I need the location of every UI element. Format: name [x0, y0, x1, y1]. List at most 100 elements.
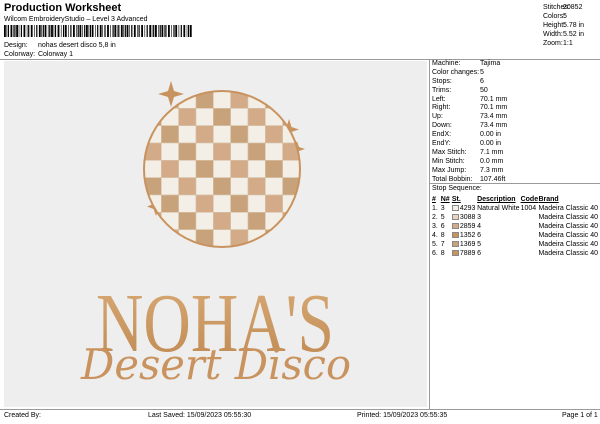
row-brand: Madeira Classic 40	[538, 231, 598, 240]
row-description: 6	[477, 249, 521, 258]
barcode	[4, 25, 192, 37]
row-stitches: 1352	[451, 231, 477, 240]
software-subtitle: Wilcom EmbroideryStudio – Level 3 Advanc…	[4, 16, 148, 23]
row-description: Natural White	[477, 204, 521, 213]
machine-info-label: Max Jump:	[432, 166, 467, 174]
machine-info-label: Up:	[432, 113, 443, 121]
row-index-text: 1.	[432, 205, 438, 212]
row-stitches-text: 1352	[459, 232, 476, 239]
row-code	[521, 240, 539, 249]
row-index: 2.	[432, 213, 441, 222]
created-by: Created By:	[4, 412, 41, 419]
color-swatch	[451, 223, 459, 230]
machine-info-value: 50	[480, 86, 488, 94]
table-header-row: # N# St. Description Code Brand	[432, 195, 598, 204]
machine-info-row: Max Stitch: 7.1 mm	[432, 149, 597, 158]
row-needle-text: 6	[440, 223, 445, 230]
machine-info-value: 73.4 mm	[480, 113, 508, 121]
table-row: 5. 7 1369 5 Madeira Classic 40	[432, 240, 598, 249]
stat-zoom: Zoom: 1:1	[543, 40, 573, 47]
machine-info-row: Total Bobbin: 107.46ft	[432, 176, 597, 185]
machine-info-label: Total Bobbin:	[432, 175, 473, 183]
col-brand: Brand	[538, 196, 559, 203]
row-brand: Madeira Classic 40	[538, 249, 598, 258]
row-description-text: Natural White	[477, 205, 520, 212]
colorway-label: Colorway:	[4, 51, 36, 58]
table-row: 2. 5 3088 3 Madeira Classic 40	[432, 213, 598, 222]
row-index: 6.	[432, 249, 441, 258]
embroidery-artwork: NOHA'S Desert Disco	[80, 81, 351, 389]
stat-width: Width: 5.52 in	[543, 31, 585, 38]
machine-info-label: Max Stitch:	[432, 148, 467, 156]
row-index-text: 4.	[432, 232, 438, 239]
row-stitches: 1369	[451, 240, 477, 249]
machine-info-row: Color changes: 5	[432, 69, 597, 78]
disco-ball-icon	[143, 90, 301, 248]
footer-divider	[0, 409, 600, 410]
row-brand: Madeira Classic 40	[538, 204, 598, 213]
row-brand-text: Madeira Classic 40	[538, 205, 598, 212]
machine-info-value: 0.00 in	[480, 140, 502, 148]
machine-info-label: Machine:	[432, 60, 461, 67]
stat-height: Height: 5.78 in	[543, 22, 585, 29]
table-row: 4. 8 1352 6 Madeira Classic 40	[432, 231, 598, 240]
stat-stitches: Stitches: 20852	[543, 4, 583, 11]
machine-info-row: Up: 73.4 mm	[432, 113, 597, 122]
stop-sequence-table: # N# St. Description Code Brand 1. 3 4293 N…	[432, 195, 598, 258]
printed-date: Printed: 15/09/2023 05:55:35	[357, 412, 448, 419]
row-stitches: 7889	[451, 249, 477, 258]
color-swatch	[451, 232, 459, 239]
machine-info-row: Max Jump: 7.3 mm	[432, 167, 597, 176]
machine-info-value: 107.46ft	[480, 175, 506, 183]
machine-info-value: 7.1 mm	[480, 148, 504, 156]
row-code	[521, 231, 539, 240]
color-swatch	[451, 205, 459, 212]
row-brand-text: Madeira Classic 40	[538, 214, 598, 221]
row-stitches-text: 2859	[459, 223, 476, 230]
machine-info-row: EndX: 0.00 in	[432, 131, 597, 140]
table-row: 6. 8 7889 6 Madeira Classic 40	[432, 249, 598, 258]
row-brand-text: Madeira Classic 40	[538, 241, 598, 248]
machine-info-label: Stops:	[432, 77, 452, 85]
row-index-text: 3.	[432, 223, 438, 230]
design-label: Design:	[4, 42, 28, 49]
row-index-text: 5.	[432, 241, 438, 248]
machine-info-value: 70.1 mm	[480, 104, 508, 112]
last-saved: Last Saved: 15/09/2023 05:55:30	[148, 412, 252, 419]
machine-info-value: 5	[480, 68, 484, 76]
machine-info-label: Min Stitch:	[432, 157, 465, 165]
row-stitches: 4293	[451, 204, 477, 213]
row-description: 5	[477, 240, 521, 249]
machine-info-row: EndY: 0.00 in	[432, 140, 597, 149]
design-value: nohas desert disco 5,8 in	[37, 42, 116, 49]
row-description: 6	[477, 231, 521, 240]
machine-info-value: 70.1 mm	[480, 95, 508, 103]
row-brand: Madeira Classic 40	[538, 240, 598, 249]
row-stitches: 3088	[451, 213, 477, 222]
stat-colors: Colors: 5	[543, 13, 567, 20]
row-stitches-text: 1369	[459, 241, 476, 248]
row-needle-text: 3	[440, 205, 445, 212]
machine-info-label: Down:	[432, 122, 452, 130]
machine-info-row: Right: 70.1 mm	[432, 104, 597, 113]
row-index: 1.	[432, 204, 441, 213]
colorway-row: Colorway: Colorway 1	[4, 51, 73, 58]
row-index: 5.	[432, 240, 441, 249]
table-row: 3. 6 2859 4 Madeira Classic 40	[432, 222, 598, 231]
row-description-text: 6	[477, 250, 481, 257]
machine-info-panel: Machine: Tajima Color changes: 5 Stops: 6 Trim…	[432, 60, 597, 184]
worksheet-title: Production Worksheet	[4, 2, 122, 14]
machine-info-row: Min Stitch: 0.0 mm	[432, 158, 597, 167]
row-index: 4.	[432, 231, 441, 240]
color-swatch	[451, 250, 459, 257]
table-row: 1. 3 4293 Natural White 1004 Madeira Classic …	[432, 204, 598, 213]
row-needle-text: 8	[440, 250, 445, 257]
row-description-text: 3	[477, 214, 481, 221]
machine-info-label: Left:	[432, 95, 446, 103]
script-text: Desert Disco	[80, 340, 351, 389]
machine-info-row: Down: 73.4 mm	[432, 122, 597, 131]
design-canvas[interactable]: NOHA'S Desert Disco	[4, 61, 427, 407]
row-index-text: 6.	[432, 250, 438, 257]
machine-info-value: 73.4 mm	[480, 122, 508, 130]
row-needle-text: 5	[440, 214, 445, 221]
